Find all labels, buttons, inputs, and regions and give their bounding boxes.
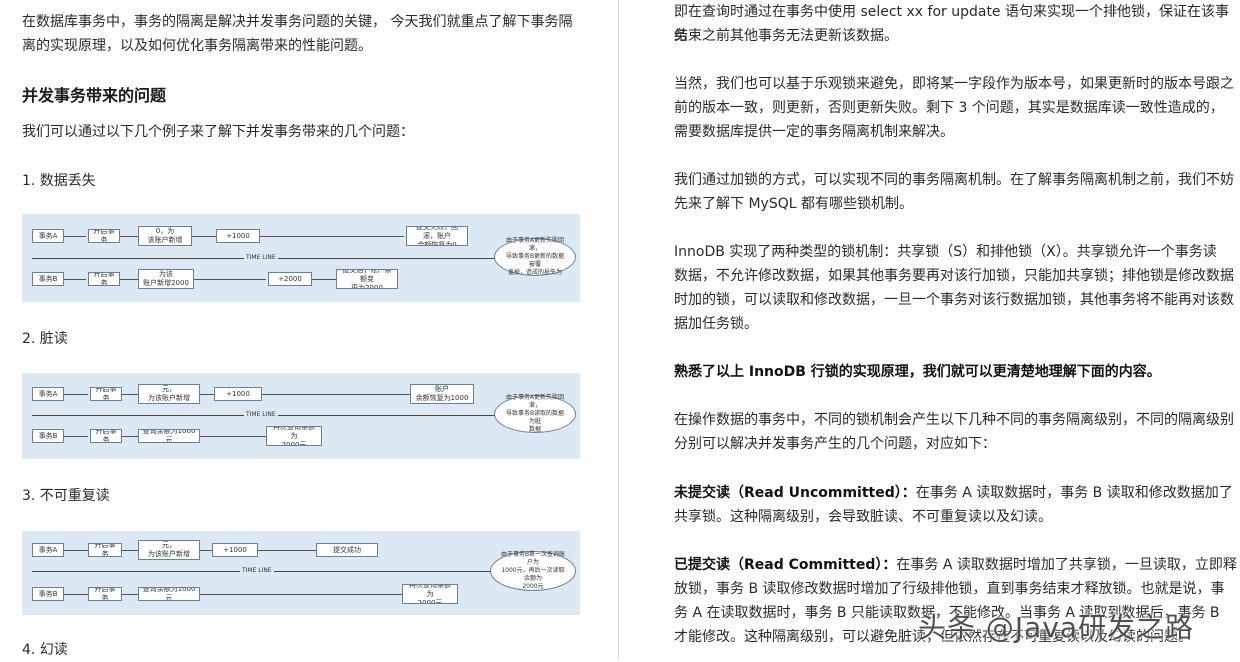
arrow — [64, 436, 88, 437]
diagram-data-loss: 事务A 开启事务 账户余额为0，为 该账户新增1000元 +1000 提交失败，… — [22, 214, 580, 302]
read-uncommitted-term: 未提交读（Read Uncommitted）： — [674, 485, 916, 501]
add-amount-box: +2000 — [268, 272, 312, 286]
para-5-bold: 熟悉了以上 InnoDB 行锁的实现原理，我们就可以更清楚地理解下面的内容。 — [674, 364, 1161, 380]
para-4-line-2: 数据，不允许修改数据，如果其他事务要再对该行加锁，只能加共享锁；排他锁是修改数据 — [674, 268, 1234, 284]
para-8-line-1: 已提交读（Read Committed）：在事务 A 读取数据时增加了共享锁，一… — [674, 553, 1237, 577]
para-4-line-3: 时加的锁，可以读取和修改数据，一旦一个事务对该行数据加锁，其他事务将不能再对该数 — [674, 292, 1234, 308]
read-committed-term: 已提交读（Read Committed）： — [674, 557, 897, 573]
requery-balance-box: 再次查询余额为 2000元 — [402, 584, 458, 604]
arrow — [200, 594, 402, 595]
left-page: 在数据库事务中，事务的隔离是解决并发事务问题的关键， 今天我们就重点了解下事务隔… — [0, 0, 612, 659]
arrow — [122, 436, 138, 437]
add-amount-box: +1000 — [212, 543, 258, 557]
open-transaction-box: 开启事务 — [88, 272, 120, 286]
item-phantom-read: 4. 幻读 — [22, 642, 68, 658]
read-balance-box: 账户余额为0，为 该账户新增1000元 — [138, 226, 192, 246]
arrow — [200, 436, 266, 437]
timeline — [32, 258, 562, 259]
para-7-line-1: 未提交读（Read Uncommitted）：在事务 A 读取数据时，事务 B … — [674, 481, 1233, 505]
commit-fail-box: 提交失败，回滚，账户 余额恢复为1000元 — [410, 384, 474, 404]
intro-line-1: 在数据库事务中，事务的隔离是解决并发事务问题的关键， 今天我们就重点了解下事务隔 — [22, 14, 573, 30]
page-divider — [618, 0, 619, 659]
read-committed-text: 在事务 A 读取数据时增加了共享锁，一旦读取，立即释 — [896, 557, 1237, 573]
item-dirty-read: 2. 脏读 — [22, 331, 68, 347]
section-heading: 并发事务带来的问题 — [22, 86, 167, 105]
item-non-repeatable-read: 3. 不可重复读 — [22, 488, 110, 504]
diagram-non-repeatable-read: 事务A 开启事务 账户余额为1000元， 为该账户新增1000元 +1000 提… — [22, 531, 580, 615]
para-2-line-2: 前的版本一致，则更新，否则更新失败。剩下 3 个问题，其实是数据库读一致性造成的… — [674, 100, 1224, 116]
arrow — [64, 594, 88, 595]
timeline-label: TIME LINE — [244, 254, 278, 261]
arrow — [64, 279, 86, 280]
arrow — [64, 394, 88, 395]
explanation-cloud: 由于事务B第一次查询账户为 1000元，再后一次读取余额为 2000元 — [490, 551, 576, 591]
arrow — [262, 394, 410, 395]
transaction-a-box: 事务A — [32, 543, 64, 557]
arrow — [122, 550, 138, 551]
item-data-loss: 1. 数据丢失 — [22, 173, 96, 189]
para-4-line-4: 据加任务锁。 — [674, 316, 758, 332]
arrow — [312, 279, 336, 280]
diagram-dirty-read: 事务A 开启事务 账户余额为1000元， 为该账户新增1000元 +1000 提… — [22, 373, 580, 459]
transaction-a-box: 事务A — [32, 387, 64, 401]
arrow — [64, 550, 88, 551]
read-balance-box: 账户余额为1000元， 为该账户新增1000元 — [138, 384, 200, 404]
open-transaction-box: 开启事务 — [88, 229, 120, 243]
query-balance-box: 查询余额为1000元 — [138, 587, 200, 601]
arrow — [120, 279, 138, 280]
para-2-line-1: 当然，我们也可以基于乐观锁来避免，即将某一字段作为版本号，如果更新时的版本号跟之 — [674, 76, 1234, 92]
para-8-line-2: 放锁，事务 B 读取修改数据时增加了行级排他锁，直到事务结束才释放锁。也就是说，… — [674, 581, 1225, 597]
open-transaction-box: 开启事务 — [88, 587, 122, 601]
commit-success-box: 提交后，账户余额变 更为2000 — [336, 269, 398, 289]
read-uncommitted-text: 在事务 A 读取数据时，事务 B 读取和修改数据加了 — [915, 485, 1233, 501]
timeline-label: TIME LINE — [240, 567, 274, 574]
watermark: 头条 @Java研发之路 — [918, 611, 1195, 644]
intro-line-2: 离的实现原理，以及如何优化事务隔离带来的性能问题。 — [22, 38, 372, 54]
open-transaction-box: 开启事务 — [90, 429, 122, 443]
read-balance-box: 账户余额为1000元， 为该账户新增1000元 — [138, 540, 200, 560]
arrow — [200, 550, 212, 551]
arrow — [260, 236, 404, 237]
timeline-label: TIME LINE — [244, 411, 278, 418]
explanation-cloud: 由于事务A更新失败回滚， 导致事务B更新的数据被覆 盖掉，造成的损失为 — [494, 237, 576, 276]
arrow — [122, 594, 138, 595]
transaction-a-box: 事务A — [32, 229, 64, 243]
right-page: 即在查询时通过在事务中使用 select xx for update 语句来实现… — [624, 0, 1240, 659]
arrow — [258, 550, 316, 551]
arrow — [194, 279, 266, 280]
query-balance-box: 查询余额为1000元 — [138, 429, 200, 443]
para-4-line-1: InnoDB 实现了两种类型的锁机制：共享锁（S）和排他锁（X）。共享锁允许一个… — [674, 244, 1217, 260]
para-1-line-2: 结束之前其他事务无法更新该数据。 — [674, 28, 898, 44]
para-3-line-1: 我们通过加锁的方式，可以实现不同的事务隔离机制。在了解事务隔离机制之前，我们不妨 — [674, 172, 1234, 188]
commit-success-box: 提交成功 — [316, 543, 378, 557]
read-balance-box: 账户余额为0，为该 账户新增2000元 — [138, 269, 194, 289]
arrow — [64, 236, 86, 237]
add-amount-box: +1000 — [216, 229, 260, 243]
arrow — [122, 394, 138, 395]
para-7-line-2: 共享锁。这种隔离级别，会导致脏读、不可重复读以及幻读。 — [674, 509, 1052, 525]
arrow — [200, 394, 214, 395]
arrow — [120, 236, 138, 237]
timeline — [32, 415, 562, 416]
arrow — [192, 236, 216, 237]
requery-balance-box: 再次查询余额为 2000元 — [266, 426, 322, 446]
open-transaction-box: 开启事务 — [88, 543, 122, 557]
timeline — [32, 571, 562, 572]
transaction-b-box: 事务B — [32, 272, 64, 286]
transaction-b-box: 事务B — [32, 587, 64, 601]
lead-text: 我们可以通过以下几个例子来了解下并发事务带来的几个问题： — [22, 124, 414, 140]
explanation-cloud: 由于事务A更新失败回滚， 导致事务B读取的数据为脏 数据 — [494, 394, 576, 433]
open-transaction-box: 开启事务 — [90, 387, 122, 401]
para-6-line-2: 分别可以解决并发事务产生的几个问题，对应如下： — [674, 436, 996, 452]
add-amount-box: +1000 — [214, 387, 262, 401]
para-6-line-1: 在操作数据的事务中，不同的锁机制会产生以下几种不同的事务隔离级别，不同的隔离级别 — [674, 412, 1234, 428]
para-2-line-3: 需要数据库提供一定的事务隔离机制来解决。 — [674, 124, 954, 140]
para-3-line-2: 先来了解下 MySQL 都有哪些锁机制。 — [674, 196, 913, 212]
commit-fail-box: 提交失败，回滚，账户 余额恢复为0 — [406, 226, 468, 246]
transaction-b-box: 事务B — [32, 429, 64, 443]
